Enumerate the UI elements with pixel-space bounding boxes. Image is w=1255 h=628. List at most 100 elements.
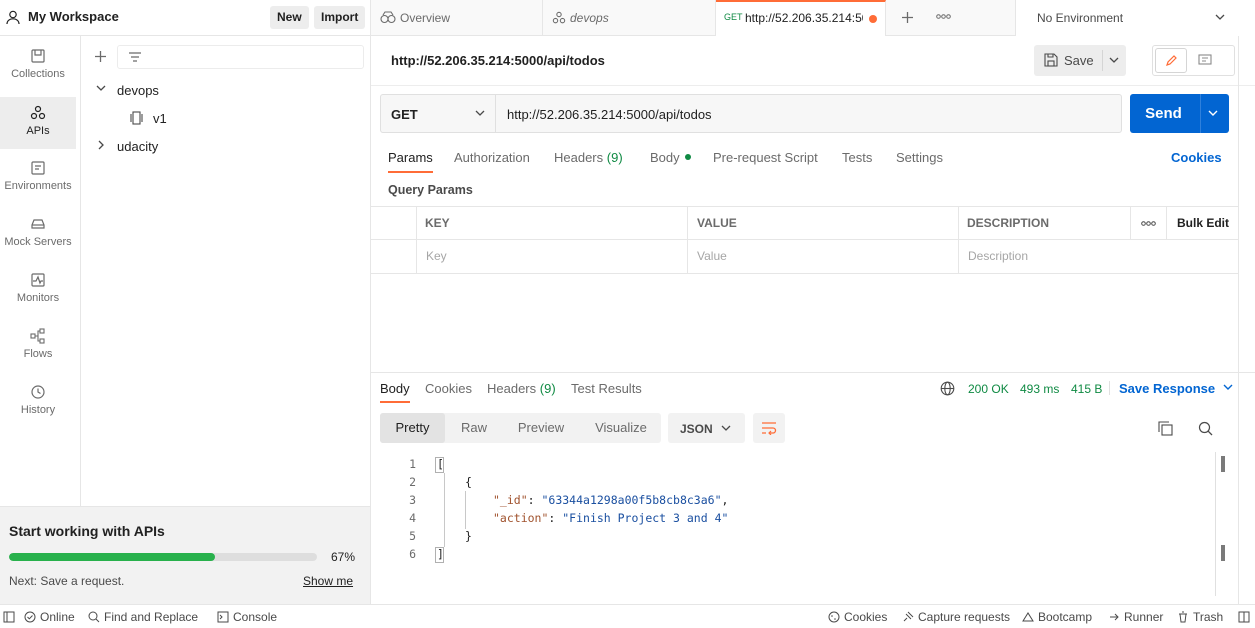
environment-select[interactable]: No Environment bbox=[1015, 0, 1255, 36]
console-button[interactable]: Console bbox=[217, 610, 277, 624]
next-step-text: Next: Save a request. bbox=[9, 574, 125, 588]
user-icon bbox=[6, 10, 20, 25]
find-replace-button[interactable]: Find and Replace bbox=[88, 610, 198, 624]
code-token: } bbox=[465, 529, 472, 543]
status-bar: Online Find and Replace Console Cookies … bbox=[0, 604, 1255, 628]
description-input[interactable]: Description bbox=[968, 249, 1028, 263]
filter-input[interactable] bbox=[117, 45, 364, 69]
tab-authorization[interactable]: Authorization bbox=[454, 150, 530, 165]
workspace-title[interactable]: My Workspace bbox=[28, 9, 119, 24]
sidebar-item-history[interactable]: History bbox=[0, 376, 76, 428]
view-preview[interactable]: Preview bbox=[511, 413, 571, 443]
progress-label: 67% bbox=[331, 550, 356, 564]
column-header-value: VALUE bbox=[697, 216, 737, 230]
tab-request[interactable]: GET http://52.206.35.214:5000/api/todos bbox=[716, 0, 886, 36]
tree-item-udacity[interactable]: udacity bbox=[81, 134, 371, 158]
code-token: [ bbox=[437, 457, 444, 471]
url-input[interactable]: http://52.206.35.214:5000/api/todos bbox=[507, 107, 712, 122]
chevron-down-icon bbox=[1215, 14, 1225, 21]
import-button[interactable]: Import bbox=[314, 6, 366, 29]
tab-label: Headers bbox=[554, 150, 604, 165]
url-bar: GET http://52.206.35.214:5000/api/todos bbox=[380, 94, 1122, 133]
cookies-status-button[interactable]: Cookies bbox=[828, 610, 887, 624]
tab-tests[interactable]: Tests bbox=[842, 150, 872, 165]
send-button[interactable]: Send bbox=[1130, 94, 1197, 133]
sidebar-item-collections[interactable]: Collections bbox=[0, 40, 76, 92]
tab-headers[interactable]: Headers (9) bbox=[554, 150, 623, 165]
trash-button[interactable]: Trash bbox=[1177, 610, 1223, 624]
indent-guide bbox=[465, 491, 466, 529]
line-number: 3 bbox=[409, 493, 416, 507]
tab-settings[interactable]: Settings bbox=[896, 150, 943, 165]
toggle-sidebar-icon[interactable] bbox=[3, 610, 15, 624]
scrollbar-marker[interactable] bbox=[1221, 545, 1225, 561]
tab-label: Body bbox=[380, 381, 410, 396]
wrap-lines-button[interactable] bbox=[753, 413, 785, 443]
add-icon[interactable] bbox=[94, 50, 107, 63]
tree-item-v1[interactable]: v1 bbox=[81, 106, 371, 130]
save-response-button[interactable]: Save Response bbox=[1119, 381, 1233, 396]
code-line: "_id": "63344a1298a00f5b8cb8c3a6", bbox=[493, 493, 729, 507]
scrollbar-marker[interactable] bbox=[1221, 456, 1225, 472]
response-tab-cookies[interactable]: Cookies bbox=[425, 381, 472, 396]
tab-devops[interactable]: devops bbox=[543, 0, 716, 36]
format-select[interactable]: JSON bbox=[668, 413, 745, 443]
more-options-icon[interactable] bbox=[1141, 221, 1156, 226]
new-tab-icon[interactable] bbox=[901, 11, 914, 24]
capture-requests-button[interactable]: Capture requests bbox=[902, 610, 1010, 624]
chevron-down-icon[interactable] bbox=[1109, 57, 1119, 64]
unsaved-dot bbox=[869, 15, 877, 23]
environments-icon bbox=[30, 160, 46, 176]
sidebar-item-environments[interactable]: Environments bbox=[0, 152, 76, 204]
online-status[interactable]: Online bbox=[24, 610, 75, 624]
response-tab-headers[interactable]: Headers (9) bbox=[487, 381, 556, 396]
tree-item-label: devops bbox=[117, 83, 159, 98]
sidebar-item-mock-servers[interactable]: Mock Servers bbox=[0, 208, 76, 260]
line-number: 1 bbox=[409, 457, 416, 471]
more-tabs-icon[interactable] bbox=[936, 14, 951, 19]
view-raw[interactable]: Raw bbox=[449, 413, 499, 443]
response-body-editor[interactable]: 1 2 3 4 5 6 [ { "_id": "63344a1298a00f5b… bbox=[371, 452, 1221, 596]
edit-mode-button[interactable] bbox=[1155, 48, 1187, 73]
response-time[interactable]: 493 ms bbox=[1020, 382, 1059, 396]
apis-icon bbox=[552, 11, 566, 25]
bulk-edit-button[interactable]: Bulk Edit bbox=[1177, 216, 1229, 230]
code-token: ] bbox=[437, 547, 444, 561]
response-size[interactable]: 415 B bbox=[1071, 382, 1102, 396]
cookies-link[interactable]: Cookies bbox=[1171, 150, 1222, 165]
sidebar-item-monitors[interactable]: Monitors bbox=[0, 264, 76, 316]
sidebar-item-apis[interactable]: APIs bbox=[0, 97, 76, 149]
tab-overview[interactable]: Overview bbox=[371, 0, 543, 36]
copy-icon[interactable] bbox=[1158, 421, 1173, 436]
params-table: KEY VALUE DESCRIPTION Bulk Edit Key Valu… bbox=[371, 206, 1238, 274]
progress-fill bbox=[9, 553, 216, 561]
onboarding-panel: Start working with APIs 67% Next: Save a… bbox=[0, 506, 371, 604]
method-select[interactable]: GET bbox=[381, 95, 496, 132]
comment-icon[interactable] bbox=[1198, 54, 1212, 67]
globe-icon[interactable] bbox=[940, 381, 955, 396]
view-pretty[interactable]: Pretty bbox=[380, 413, 445, 443]
version-icon bbox=[129, 111, 144, 125]
chevron-right-icon bbox=[98, 140, 105, 150]
save-button[interactable]: Save bbox=[1034, 45, 1102, 76]
layout-icon[interactable] bbox=[1238, 610, 1250, 624]
json-key: "_id" bbox=[493, 493, 528, 507]
request-title[interactable]: http://52.206.35.214:5000/api/todos bbox=[391, 53, 605, 68]
key-input[interactable]: Key bbox=[426, 249, 447, 263]
bootcamp-button[interactable]: Bootcamp bbox=[1022, 610, 1092, 624]
new-button[interactable]: New bbox=[270, 6, 309, 29]
line-number: 6 bbox=[409, 547, 416, 561]
runner-button[interactable]: Runner bbox=[1108, 610, 1163, 624]
tab-pre-request-script[interactable]: Pre-request Script bbox=[713, 150, 818, 165]
status-code[interactable]: 200 OK bbox=[968, 382, 1009, 396]
show-me-link[interactable]: Show me bbox=[303, 574, 353, 588]
view-visualize[interactable]: Visualize bbox=[587, 413, 655, 443]
tree-item-devops[interactable]: devops bbox=[81, 78, 371, 102]
value-input[interactable]: Value bbox=[697, 249, 727, 263]
sidebar-item-flows[interactable]: Flows bbox=[0, 320, 76, 372]
chevron-down-icon[interactable] bbox=[1208, 110, 1218, 117]
tab-body[interactable]: Body bbox=[650, 150, 691, 165]
response-tab-test-results[interactable]: Test Results bbox=[571, 381, 642, 396]
search-icon[interactable] bbox=[1198, 421, 1213, 436]
tab-params[interactable]: Params bbox=[388, 150, 433, 173]
